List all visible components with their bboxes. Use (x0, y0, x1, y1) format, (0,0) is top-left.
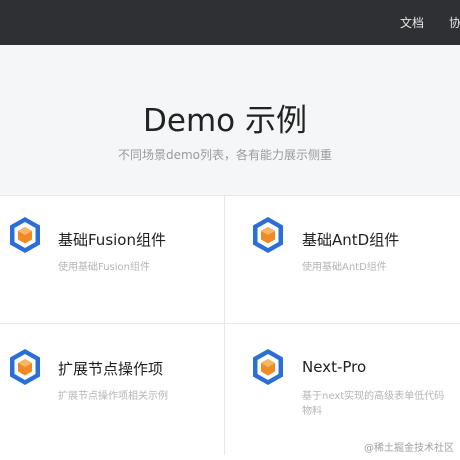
cube-icon (253, 217, 283, 253)
card-title: Next-Pro (302, 358, 367, 376)
card-description: 使用基础AntD组件 (302, 262, 387, 273)
demo-card-node-actions[interactable]: 扩展节点操作项 扩展节点操作项相关示例 (0, 324, 224, 455)
demo-card-antd[interactable]: 基础AntD组件 使用基础AntD组件 (225, 196, 460, 323)
card-title: 基础Fusion组件 (58, 231, 166, 249)
cube-icon (10, 217, 40, 253)
nav-docs-link[interactable]: 文档 (400, 14, 424, 31)
page-title: Demo 示例 (143, 103, 307, 139)
demo-card-fusion[interactable]: 基础Fusion组件 使用基础Fusion组件 (0, 196, 224, 323)
nav-protocol-link[interactable]: 协 (449, 14, 460, 31)
page-subtitle: 不同场景demo列表，各有能力展示侧重 (117, 148, 333, 162)
hero-section: Demo 示例 不同场景demo列表，各有能力展示侧重 (0, 45, 460, 195)
card-title: 基础AntD组件 (302, 231, 400, 249)
cube-icon (10, 349, 40, 385)
card-description: 使用基础Fusion组件 (58, 262, 150, 273)
cube-icon (253, 349, 283, 385)
card-title: 扩展节点操作项 (58, 360, 164, 378)
watermark: @稀土掘金技术社区 (364, 443, 454, 454)
top-navbar: 文档 协 (0, 0, 460, 45)
card-description: 扩展节点操作项相关示例 (58, 391, 168, 402)
card-description: 基于next实现的高级表单低代码物料 (302, 391, 445, 417)
demo-card-next-pro[interactable]: Next-Pro 基于next实现的高级表单低代码物料 (225, 324, 460, 455)
